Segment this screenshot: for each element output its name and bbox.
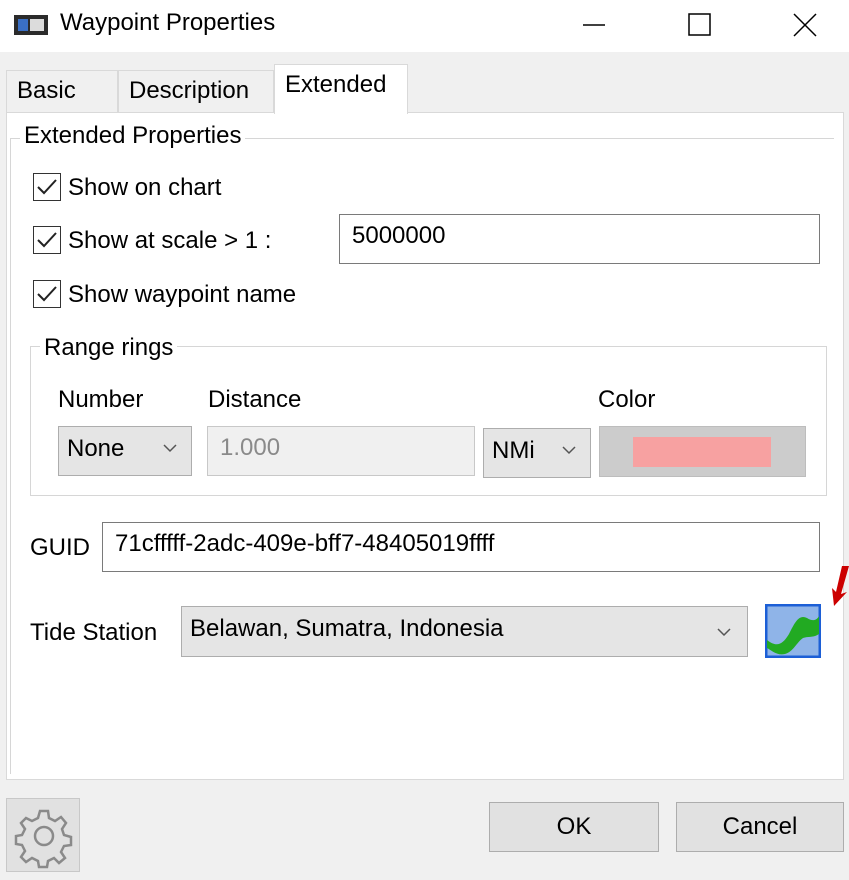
ring-color-button[interactable] [599,426,806,477]
checkmark-icon [37,286,57,302]
color-label: Color [598,386,656,413]
chevron-down-icon [562,446,576,455]
tide-station-label: Tide Station [30,619,158,646]
annotation-arrow [828,566,849,606]
maximize-icon [688,13,711,36]
chevron-down-icon [163,444,177,453]
range-rings-title: Range rings [40,334,178,362]
show-waypoint-name-checkbox[interactable] [33,280,61,308]
settings-button[interactable] [6,798,80,872]
window-title: Waypoint Properties [60,9,276,36]
tide-station-value: Belawan, Sumatra, Indonesia [190,615,504,642]
ring-color-swatch [633,437,771,467]
distance-unit-value: NMi [492,437,535,464]
cancel-button[interactable]: Cancel [676,802,844,852]
title-bar: Waypoint Properties [0,0,849,52]
scale-input[interactable]: 5000000 [339,214,820,264]
minimize-icon [583,24,605,26]
show-waypoint-name-label: Show waypoint name [68,281,297,308]
number-label: Number [58,386,144,413]
number-select[interactable]: None [58,426,192,476]
checkmark-icon [37,179,57,195]
tab-basic[interactable]: Basic [6,70,118,112]
show-tide-button[interactable] [764,603,822,659]
maximize-button[interactable] [655,0,745,52]
tide-graph-icon [764,603,822,659]
number-select-value: None [67,435,125,462]
show-on-chart-checkbox[interactable] [33,173,61,201]
close-icon [793,13,817,37]
guid-label: GUID [30,534,90,561]
guid-input[interactable]: 71cfffff-2adc-409e-bff7-48405019ffff [102,522,820,572]
distance-label: Distance [208,386,302,413]
tab-extended[interactable]: Extended [274,64,408,114]
extended-properties-title: Extended Properties [20,122,246,150]
show-on-chart-label: Show on chart [68,174,222,201]
gear-icon [14,809,73,869]
close-button[interactable] [760,0,849,52]
ok-button[interactable]: OK [489,802,659,852]
checkmark-icon [37,232,57,248]
tab-description[interactable]: Description [118,70,274,112]
distance-unit-select[interactable]: NMi [483,428,591,478]
show-at-scale-label: Show at scale > 1 : [68,227,272,254]
minimize-button[interactable] [550,0,640,52]
chevron-down-icon [717,628,731,637]
app-icon [14,13,50,37]
distance-input[interactable]: 1.000 [207,426,475,476]
tide-station-select[interactable]: Belawan, Sumatra, Indonesia [181,606,748,657]
show-at-scale-checkbox[interactable] [33,226,61,254]
